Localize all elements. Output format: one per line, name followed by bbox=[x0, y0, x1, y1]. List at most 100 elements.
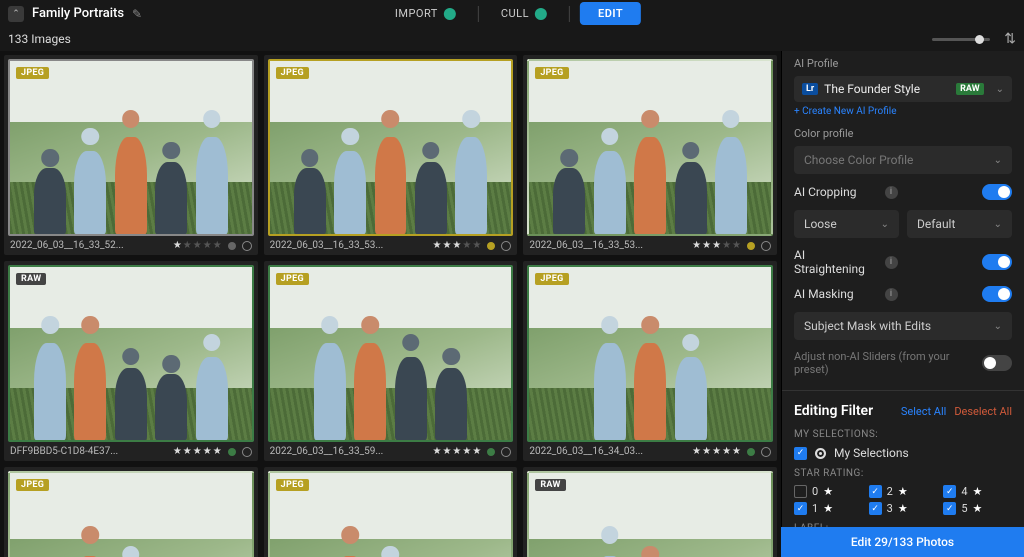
star-icon[interactable]: ★ bbox=[692, 446, 701, 457]
info-icon[interactable]: i bbox=[885, 186, 898, 199]
mask-mode-select[interactable]: Subject Mask with Edits ⌄ bbox=[794, 312, 1012, 340]
color-profile-select[interactable]: Choose Color Profile ⌄ bbox=[794, 146, 1012, 174]
create-profile-link[interactable]: + Create New AI Profile bbox=[794, 106, 1012, 117]
info-icon[interactable]: i bbox=[885, 288, 898, 301]
crop-ratio-value: Default bbox=[917, 217, 994, 231]
star-icon[interactable]: ★ bbox=[472, 446, 481, 457]
thumbnail[interactable]: JPEG 2022_06_03__16_34_03... ★★★★★ bbox=[523, 261, 777, 461]
star-icon[interactable]: ★ bbox=[193, 446, 202, 457]
star-icon[interactable]: ★ bbox=[462, 446, 471, 457]
star-icon[interactable]: ★ bbox=[722, 240, 731, 251]
select-circle[interactable] bbox=[501, 241, 511, 251]
star-icon[interactable]: ★ bbox=[452, 240, 461, 251]
rating-1-checkbox[interactable]: ✓ bbox=[794, 502, 807, 515]
count-row: 133 Images ⇅ bbox=[0, 27, 1024, 51]
thumbnail[interactable]: RAW bbox=[523, 467, 777, 557]
thumbnail[interactable]: JPEG bbox=[4, 467, 258, 557]
ai-straightening-toggle[interactable] bbox=[982, 254, 1012, 270]
raw-badge: RAW bbox=[956, 83, 983, 95]
thumbnail[interactable]: JPEG 2022_06_03__16_33_53... ★★★★★ bbox=[264, 55, 518, 255]
sidebar: AI Profile Lr The Founder Style RAW ⌄ + … bbox=[781, 51, 1024, 557]
edit-photos-button[interactable]: Edit 29/133 Photos bbox=[781, 527, 1024, 557]
star-icon[interactable]: ★ bbox=[173, 446, 182, 457]
deselect-all-link[interactable]: Deselect All bbox=[954, 405, 1012, 418]
collapse-icon[interactable]: ⌃ bbox=[8, 6, 24, 22]
star-icon[interactable]: ★ bbox=[213, 240, 222, 251]
star-icon[interactable]: ★ bbox=[183, 240, 192, 251]
divider bbox=[782, 390, 1024, 391]
import-label: IMPORT bbox=[395, 7, 438, 20]
crop-mode-select[interactable]: Loose ⌄ bbox=[794, 210, 899, 238]
star-rating[interactable]: ★★★★★ bbox=[692, 240, 741, 251]
image-count: 133 Images bbox=[8, 32, 71, 46]
adjust-nonai-toggle[interactable] bbox=[982, 355, 1012, 371]
thumb-size-slider[interactable] bbox=[932, 38, 990, 41]
ai-masking-toggle[interactable] bbox=[982, 286, 1012, 302]
star-icon[interactable]: ★ bbox=[462, 240, 471, 251]
select-all-link[interactable]: Select All bbox=[901, 405, 946, 418]
star-icon[interactable]: ★ bbox=[732, 446, 741, 457]
star-icon[interactable]: ★ bbox=[452, 446, 461, 457]
star-rating[interactable]: ★★★★★ bbox=[432, 240, 481, 251]
star-icon[interactable]: ★ bbox=[203, 240, 212, 251]
thumbnail[interactable]: JPEG bbox=[264, 467, 518, 557]
ai-profile-select[interactable]: Lr The Founder Style RAW ⌄ bbox=[794, 76, 1012, 102]
rating-number: 0 bbox=[812, 485, 818, 498]
star-icon[interactable]: ★ bbox=[692, 240, 701, 251]
thumbnail[interactable]: JPEG 2022_06_03__16_33_53... ★★★★★ bbox=[523, 55, 777, 255]
select-circle[interactable] bbox=[501, 447, 511, 457]
star-icon[interactable]: ★ bbox=[432, 240, 441, 251]
separator bbox=[569, 6, 570, 22]
sort-icon[interactable]: ⇅ bbox=[1004, 31, 1016, 47]
thumbnail-grid: JPEG 2022_06_03__16_33_52... ★★★★★ JPEG … bbox=[0, 51, 781, 557]
check-icon bbox=[444, 8, 456, 20]
select-circle[interactable] bbox=[761, 241, 771, 251]
star-rating[interactable]: ★★★★★ bbox=[173, 240, 222, 251]
format-badge: RAW bbox=[535, 479, 565, 491]
star-icon[interactable]: ★ bbox=[183, 446, 192, 457]
cull-tab[interactable]: CULL bbox=[489, 2, 559, 25]
select-circle[interactable] bbox=[242, 241, 252, 251]
star-icon[interactable]: ★ bbox=[472, 240, 481, 251]
rating-3-checkbox[interactable]: ✓ bbox=[869, 502, 882, 515]
chevron-down-icon: ⌄ bbox=[994, 219, 1002, 230]
thumbnail[interactable]: RAW DFF9BBD5-C1D8-4E37... ★★★★★ bbox=[4, 261, 258, 461]
thumbnail[interactable]: JPEG 2022_06_03__16_33_59... ★★★★★ bbox=[264, 261, 518, 461]
star-icon[interactable]: ★ bbox=[712, 446, 721, 457]
star-icon[interactable]: ★ bbox=[173, 240, 182, 251]
star-icon[interactable]: ★ bbox=[722, 446, 731, 457]
rating-0-checkbox[interactable] bbox=[794, 485, 807, 498]
my-selections-checkbox[interactable]: ✓ bbox=[794, 447, 807, 460]
rating-4-checkbox[interactable]: ✓ bbox=[943, 485, 956, 498]
rating-filters: 0★✓2★✓4★✓1★✓3★✓5★ bbox=[794, 485, 1012, 515]
crop-ratio-select[interactable]: Default ⌄ bbox=[907, 210, 1012, 238]
star-icon[interactable]: ★ bbox=[732, 240, 741, 251]
thumbnail[interactable]: JPEG 2022_06_03__16_33_52... ★★★★★ bbox=[4, 55, 258, 255]
rating-2-checkbox[interactable]: ✓ bbox=[869, 485, 882, 498]
star-icon[interactable]: ★ bbox=[712, 240, 721, 251]
star-rating[interactable]: ★★★★★ bbox=[692, 446, 741, 457]
rating-number: 2 bbox=[887, 485, 893, 498]
info-icon[interactable]: i bbox=[885, 256, 898, 269]
edit-name-icon[interactable]: ✎ bbox=[132, 7, 142, 21]
import-tab[interactable]: IMPORT bbox=[383, 2, 468, 25]
star-icon[interactable]: ★ bbox=[702, 240, 711, 251]
format-badge: JPEG bbox=[535, 67, 568, 79]
star-icon[interactable]: ★ bbox=[213, 446, 222, 457]
star-rating[interactable]: ★★★★★ bbox=[173, 446, 222, 457]
select-circle[interactable] bbox=[761, 447, 771, 457]
select-circle[interactable] bbox=[242, 447, 252, 457]
color-label-dot bbox=[487, 242, 495, 250]
star-icon[interactable]: ★ bbox=[442, 240, 451, 251]
ai-masking-label: AI Masking bbox=[794, 287, 879, 301]
radio-icon bbox=[815, 448, 826, 459]
star-icon[interactable]: ★ bbox=[702, 446, 711, 457]
star-rating[interactable]: ★★★★★ bbox=[432, 446, 481, 457]
star-icon[interactable]: ★ bbox=[442, 446, 451, 457]
star-icon[interactable]: ★ bbox=[193, 240, 202, 251]
ai-cropping-toggle[interactable] bbox=[982, 184, 1012, 200]
rating-5-checkbox[interactable]: ✓ bbox=[943, 502, 956, 515]
edit-tab[interactable]: EDIT bbox=[580, 2, 641, 25]
star-icon[interactable]: ★ bbox=[203, 446, 212, 457]
star-icon[interactable]: ★ bbox=[432, 446, 441, 457]
